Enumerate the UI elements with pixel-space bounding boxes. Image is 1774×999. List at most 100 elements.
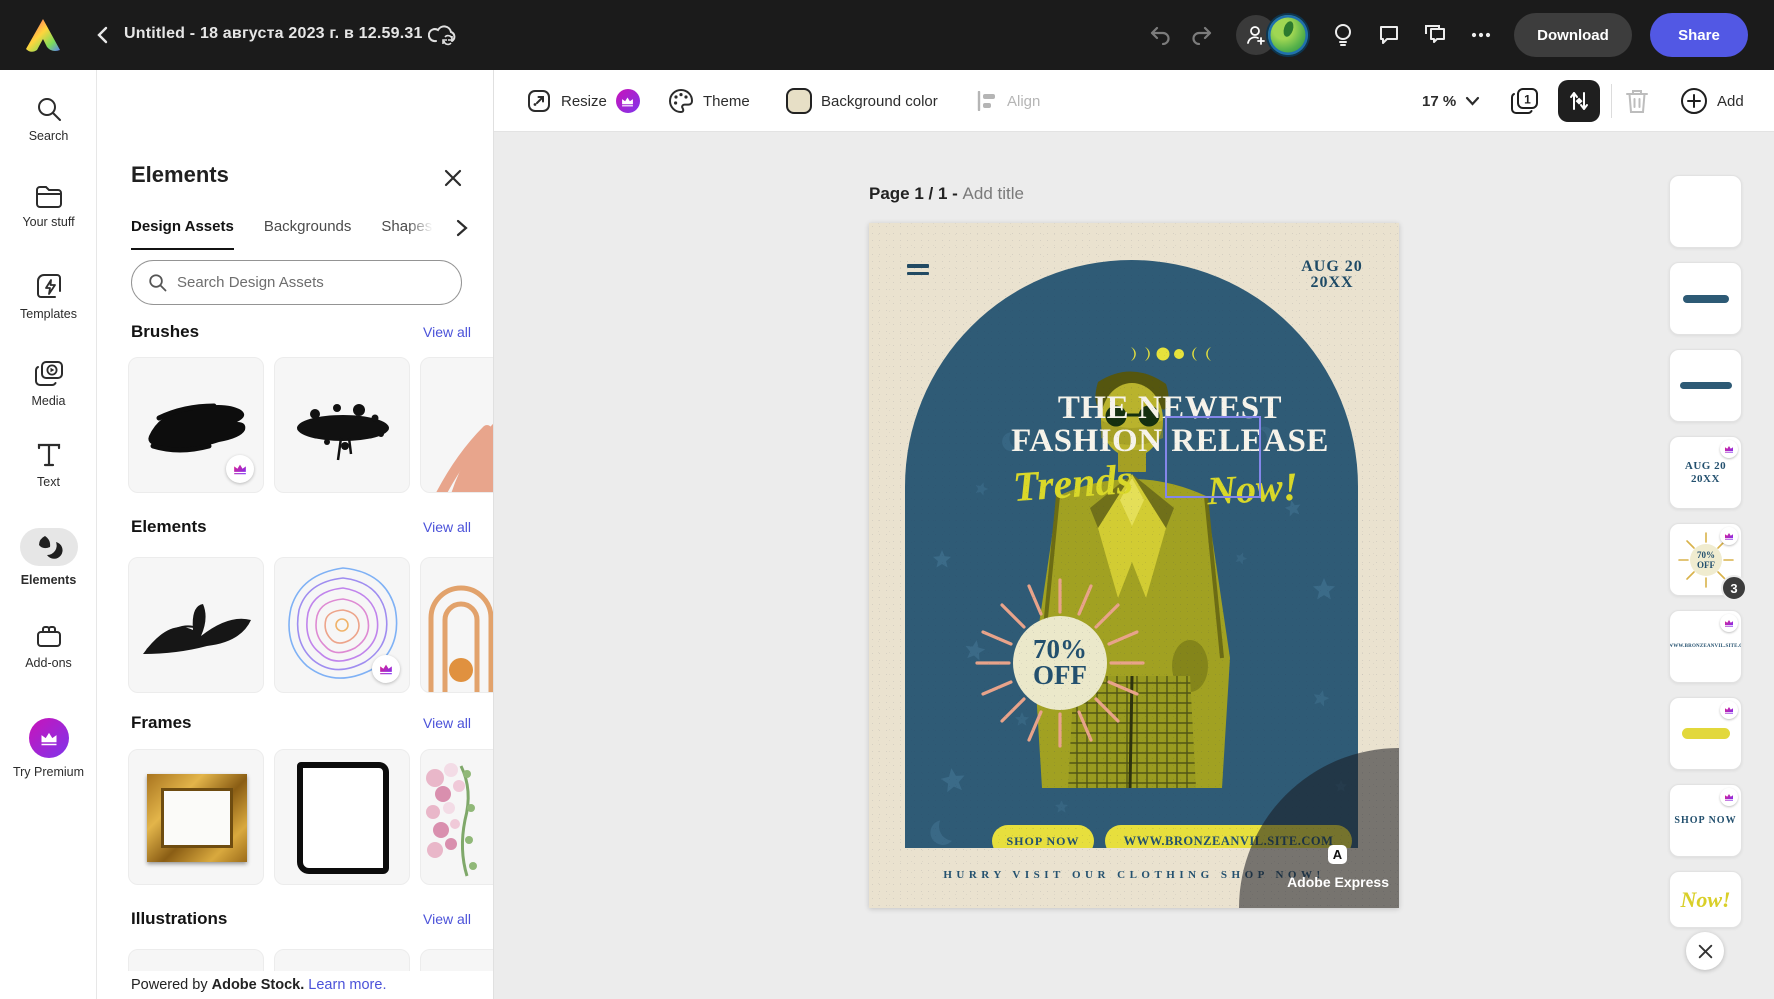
left-nav-rail: Search Your stuff Templates Media Text E…	[0, 70, 97, 999]
sidebar-item-your-stuff[interactable]: Your stuff	[0, 184, 97, 229]
comment-icon[interactable]	[1370, 16, 1408, 54]
star-decoration	[1311, 688, 1330, 707]
poster-menu-icon[interactable]	[907, 264, 929, 279]
premium-crown-icon	[616, 89, 640, 113]
brush-thumbnail-pink[interactable]	[420, 357, 494, 493]
premium-crown-badge	[1720, 614, 1738, 632]
crescent-decoration	[924, 815, 960, 848]
undo-button[interactable]	[1140, 16, 1178, 54]
element-card-url[interactable]: WWW.BRONZEANVIL.SITE.C	[1669, 610, 1742, 683]
brushes-view-all[interactable]: View all	[423, 324, 471, 340]
element-card-bar[interactable]	[1669, 349, 1742, 422]
orange-arch-lines	[421, 558, 494, 693]
pages-button[interactable]: 1	[1510, 70, 1540, 132]
frames-view-all[interactable]: View all	[423, 715, 471, 731]
adobe-express-logo[interactable]	[24, 17, 62, 53]
pink-brush-stroke	[421, 358, 494, 493]
illustrations-view-all[interactable]: View all	[423, 911, 471, 927]
share-button[interactable]: Share	[1650, 13, 1748, 57]
elements-view-all[interactable]: View all	[423, 519, 471, 535]
watermark-logo: A	[1328, 845, 1347, 864]
add-person-icon	[1245, 24, 1267, 46]
element-thumbnail-warp[interactable]	[128, 557, 264, 693]
lightbulb-icon[interactable]	[1324, 16, 1362, 54]
selection-outline[interactable]	[1165, 416, 1261, 498]
panel-close-button[interactable]	[441, 166, 465, 190]
trends-script-text[interactable]: Trends	[1011, 456, 1134, 512]
frame-thumbnail-gold[interactable]	[128, 749, 264, 885]
discount-badge[interactable]: 70% OFF	[975, 578, 1145, 748]
download-button[interactable]: Download	[1514, 13, 1632, 57]
mini-now-text: Now!	[1680, 887, 1730, 913]
canvas-area: Page 1 / 1 - Add title	[494, 132, 1774, 999]
sidebar-item-templates[interactable]: Templates	[0, 272, 97, 321]
element-card-discount[interactable]: 70% OFF 3	[1669, 523, 1742, 596]
shop-now-button[interactable]: SHOP NOW	[992, 825, 1094, 848]
background-color-button[interactable]: Background color	[786, 70, 938, 132]
cloud-sync-icon	[428, 22, 458, 46]
element-thumbnail-contours[interactable]	[274, 557, 410, 693]
sidebar-item-media[interactable]: Media	[0, 360, 97, 408]
sidebar-item-elements[interactable]: Elements	[0, 528, 97, 587]
design-page[interactable]: THE NEWEST FASHION RELEASE Trends Now! 7…	[869, 223, 1399, 908]
star-decoration	[1313, 578, 1335, 600]
user-avatar[interactable]	[1268, 15, 1308, 55]
mini-url-text: WWW.BRONZEANVIL.SITE.C	[1670, 644, 1741, 649]
align-button: Align	[976, 70, 1040, 132]
element-card-pill[interactable]	[1669, 697, 1742, 770]
elements-active-pill	[20, 528, 78, 566]
add-page-button[interactable]: Add	[1680, 70, 1744, 132]
back-button[interactable]	[88, 21, 116, 49]
star-decoration	[933, 550, 951, 568]
frame-thumbnail-floral[interactable]	[420, 749, 494, 885]
black-splatter	[275, 358, 410, 493]
section-illustrations: Illustrations	[131, 909, 227, 929]
document-title[interactable]: Untitled - 18 августа 2023 г. в 12.59.31	[124, 25, 423, 43]
frame-thumbnail-grunge[interactable]	[274, 749, 410, 885]
element-card-now-script[interactable]: Now!	[1669, 871, 1742, 928]
element-card-blank[interactable]	[1669, 175, 1742, 248]
page-label[interactable]: Page 1 / 1 - Add title	[869, 184, 1024, 204]
poster-date[interactable]: AUG 20 20XX	[1289, 259, 1375, 291]
learn-more-link[interactable]: Learn more.	[304, 977, 386, 993]
background-color-swatch	[786, 88, 812, 114]
sidebar-item-add-ons[interactable]: Add-ons	[0, 625, 97, 670]
watermark-text: Adobe Express	[1287, 874, 1389, 890]
brush-thumbnail-stroke[interactable]	[128, 357, 264, 493]
sidebar-item-text[interactable]: Text	[0, 442, 97, 489]
sidebar-item-search[interactable]: Search	[0, 96, 97, 143]
sidebar-label-templates: Templates	[20, 307, 77, 321]
element-card-date[interactable]: AUG 2020XX	[1669, 436, 1742, 509]
add-title-placeholder[interactable]: Add title	[963, 184, 1024, 203]
star-decoration	[1055, 800, 1068, 813]
more-options-button[interactable]	[1462, 16, 1500, 54]
crown-icon	[40, 731, 58, 746]
close-rail-button[interactable]	[1686, 932, 1724, 970]
chevron-down-icon	[1465, 96, 1480, 106]
tab-shapes[interactable]: Shapes	[381, 218, 432, 235]
element-card-shop-now[interactable]: SHOP NOW	[1669, 784, 1742, 857]
element-count-badge: 3	[1721, 575, 1747, 601]
try-premium-button[interactable]: Try Premium	[0, 718, 97, 779]
poster-headline[interactable]: THE NEWEST FASHION RELEASE	[905, 392, 1358, 458]
element-card-bar[interactable]	[1669, 262, 1742, 335]
reorder-pages-button-active[interactable]	[1558, 80, 1600, 122]
headline-line-2: FASHION RELEASE	[905, 425, 1358, 458]
redo-button[interactable]	[1184, 16, 1222, 54]
adobe-express-watermark: A Adobe Express	[1239, 748, 1399, 908]
resize-icon	[526, 88, 552, 114]
svg-text:OFF: OFF	[1697, 560, 1715, 570]
zoom-control[interactable]: 17 %	[1422, 70, 1480, 132]
brush-thumbnail-splatter[interactable]	[274, 357, 410, 493]
panel-tabs: Design Assets Backgrounds Shapes	[131, 218, 471, 250]
tab-backgrounds[interactable]: Backgrounds	[264, 218, 352, 250]
element-thumbnail-arches[interactable]	[420, 557, 494, 693]
tabs-overflow-chevron[interactable]	[455, 219, 469, 237]
design-assets-search[interactable]	[131, 260, 462, 305]
svg-text:70%: 70%	[1697, 550, 1715, 560]
comments-panel-icon[interactable]	[1416, 16, 1454, 54]
resize-button[interactable]: Resize	[526, 70, 640, 132]
search-input[interactable]	[177, 274, 427, 291]
tab-design-assets[interactable]: Design Assets	[131, 218, 234, 250]
theme-button[interactable]: Theme	[668, 70, 750, 132]
